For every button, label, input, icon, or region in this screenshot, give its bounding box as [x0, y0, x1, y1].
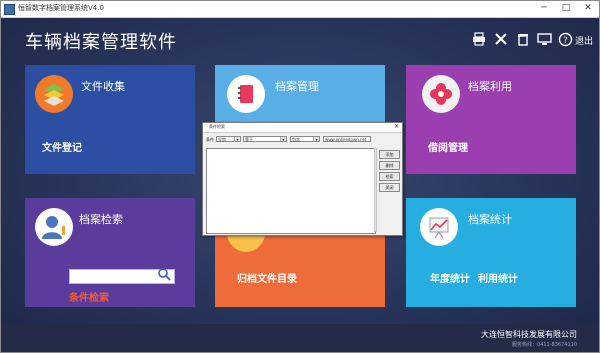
annual-statistics-link[interactable]: 年度统计 [430, 270, 470, 285]
close-button[interactable]: ✕ [581, 2, 595, 14]
notebook-icon [227, 75, 265, 113]
chevron-down-icon: ▾ [313, 137, 319, 142]
dialog-title: 条件检索 [209, 124, 225, 129]
layers-icon [35, 75, 73, 113]
app-window: 恒智数字档案管理系统V4.0 ─ □ ✕ 车辆档案管理软件 ? 退出 文件收集 [0, 0, 600, 353]
tile-file-collection[interactable]: 文件收集 文件登记 [25, 65, 195, 174]
app-title: 车辆档案管理软件 [25, 32, 177, 53]
chart-icon [420, 208, 458, 246]
window-titlebar: 恒智数字档案管理系统V4.0 ─ □ ✕ [1, 1, 599, 18]
match-select[interactable]: 包含 ▾ [290, 136, 320, 142]
printer-icon[interactable] [471, 32, 487, 48]
condition-label: 条件 [206, 137, 214, 142]
tile-archive-search[interactable]: 档案检索 条件检索 [25, 198, 195, 307]
close-dialog-button[interactable]: 关闭 [379, 183, 400, 192]
company-name: 大连恒智科技发展有限公司 [481, 330, 577, 339]
borrow-management-link[interactable]: 借阅管理 [428, 139, 468, 154]
tile-title: 档案利用 [468, 80, 512, 93]
help-icon[interactable]: ? [557, 32, 573, 48]
results-list[interactable] [206, 148, 376, 234]
user-icon [35, 208, 73, 246]
tile-title: 文件收集 [81, 80, 125, 93]
search-button[interactable]: 检索 [379, 172, 400, 181]
tile-title: 档案统计 [468, 213, 512, 226]
app-icon [4, 4, 15, 15]
chevron-down-icon: ▾ [280, 137, 286, 142]
delete-button[interactable]: 删除 [379, 161, 400, 170]
minimize-button[interactable]: ─ [537, 2, 551, 14]
tile-title: 档案管理 [275, 80, 319, 93]
tile-title: 档案检索 [79, 213, 123, 226]
results-scrollbar[interactable] [374, 148, 377, 232]
condition-search-link[interactable]: 条件检索 [69, 289, 109, 304]
add-button[interactable]: 添加 [379, 150, 400, 159]
service-phone: 服务热线：0411-83674110 [512, 342, 577, 348]
svg-text:?: ? [563, 36, 568, 46]
usage-statistics-link[interactable]: 利用统计 [478, 270, 518, 285]
search-dialog: 条件检索 ✕ 条件 全宗 ▾ 等于 ▾ 包含 ▾ www.onlinedown.net… [202, 122, 403, 236]
monitor-icon[interactable] [536, 32, 552, 48]
dialog-titlebar: 条件检索 ✕ [203, 123, 402, 133]
field-select[interactable]: 全宗 ▾ [216, 136, 241, 142]
tile-archive-use[interactable]: 档案利用 借阅管理 [406, 65, 576, 174]
window-title: 恒智数字档案管理系统V4.0 [18, 4, 104, 12]
dialog-close-icon[interactable]: ✕ [394, 123, 399, 130]
value-input[interactable]: www.onlinedown.net [323, 136, 371, 142]
operator-select[interactable]: 等于 ▾ [243, 136, 287, 142]
maximize-button[interactable]: □ [559, 2, 573, 14]
exit-button[interactable]: 退出 [575, 34, 593, 47]
trash-icon[interactable] [515, 32, 531, 48]
tools-icon[interactable] [493, 32, 509, 48]
footer: 大连恒智科技发展有限公司 服务热线：0411-83674110 [1, 324, 599, 352]
archive-catalog-link[interactable]: 归档文件目录 [237, 270, 297, 285]
file-register-link[interactable]: 文件登记 [42, 139, 82, 154]
chevron-down-icon: ▾ [234, 137, 240, 142]
flower-icon [422, 75, 460, 113]
search-icon[interactable] [158, 268, 171, 284]
tile-archive-statistics[interactable]: 档案统计 年度统计 利用统计 [406, 198, 576, 307]
